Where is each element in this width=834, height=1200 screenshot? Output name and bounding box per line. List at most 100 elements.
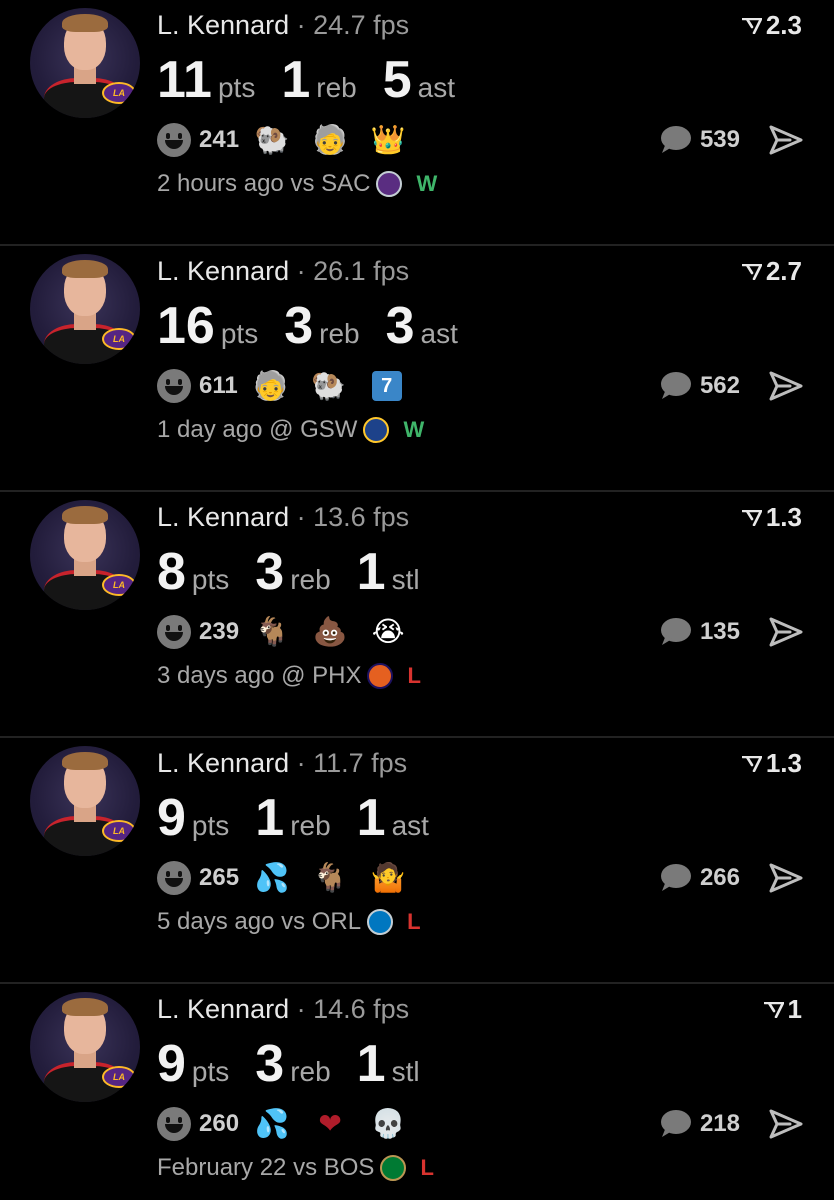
matchup: vs ORL bbox=[281, 908, 362, 935]
goat-emoji[interactable]: 🐐 bbox=[253, 615, 291, 649]
goat-emoji[interactable]: 🐐 bbox=[311, 861, 349, 895]
sweat-droplets-emoji[interactable]: 💦 bbox=[253, 1107, 291, 1141]
grandpa-meme-emoji[interactable]: 🧓 bbox=[252, 369, 290, 403]
share-icon[interactable] bbox=[768, 860, 804, 896]
post-title[interactable]: L. Kennard · 24.7 fps bbox=[157, 10, 409, 41]
post-card-3[interactable]: LA L. Kennard · 13.6 fps 1.3 8 pts 3 reb 1st… bbox=[0, 492, 834, 738]
post-title[interactable]: L. Kennard · 11.7 fps bbox=[157, 748, 407, 779]
reactions-count: 260 bbox=[199, 1110, 240, 1137]
comments-count: 562 bbox=[699, 372, 740, 399]
share-icon[interactable] bbox=[768, 1106, 804, 1142]
post-score[interactable]: 2.7 bbox=[741, 256, 802, 287]
player-name[interactable]: L. Kennard bbox=[157, 502, 289, 532]
player-name[interactable]: L. Kennard bbox=[157, 256, 289, 286]
post-card-5[interactable]: LA L. Kennard · 14.6 fps 1 9 pts 3 reb 1 stl … bbox=[0, 984, 834, 1200]
matchup: @ PHX bbox=[281, 662, 362, 689]
stat-ast-label: ast bbox=[420, 318, 458, 349]
score-value: 1.3 bbox=[765, 748, 802, 778]
game-result: L bbox=[407, 909, 421, 934]
game-info[interactable]: February 22 vs BOS L bbox=[157, 1154, 434, 1182]
share-icon[interactable] bbox=[768, 122, 804, 158]
fps-value: 11.7 fps bbox=[313, 748, 408, 778]
stat-ast-value: 1 bbox=[356, 789, 386, 847]
comments-button[interactable]: 218 bbox=[658, 1106, 740, 1142]
share-icon[interactable] bbox=[768, 368, 804, 404]
share-icon[interactable] bbox=[768, 614, 804, 650]
reactions-row[interactable]: 239 🐐 💩 😭 bbox=[157, 614, 427, 650]
red-heart-emoji[interactable]: ❤ bbox=[311, 1107, 349, 1141]
comments-button[interactable]: 266 bbox=[658, 860, 740, 896]
stat-line: 16 pts 3 reb 3 ast bbox=[157, 296, 484, 356]
reactions-row[interactable]: 265 💦 🐐 🤷 bbox=[157, 860, 427, 896]
reactions-row[interactable]: 260 💦 ❤ 💀 bbox=[157, 1106, 427, 1142]
comments-button[interactable]: 539 bbox=[658, 122, 740, 158]
post-time: 2 hours ago bbox=[157, 170, 284, 197]
skull-emoji[interactable]: 💀 bbox=[369, 1107, 407, 1141]
stat-pts-value: 16 bbox=[157, 297, 215, 355]
keycap-seven-emoji[interactable]: 7 bbox=[368, 369, 406, 403]
stat-line: 11 pts 1 reb 5 ast bbox=[157, 50, 481, 110]
matchup: @ GSW bbox=[269, 416, 358, 443]
game-result: W bbox=[416, 171, 438, 196]
post-score[interactable]: 1.3 bbox=[741, 502, 802, 533]
comments-button[interactable]: 562 bbox=[658, 368, 740, 404]
game-info[interactable]: 2 hours ago vs SAC W bbox=[157, 170, 437, 198]
lebron-emoji[interactable]: 👑 bbox=[369, 123, 407, 157]
lakers-badge-icon: LA bbox=[102, 1066, 136, 1088]
player-avatar[interactable]: LA bbox=[30, 500, 140, 610]
player-avatar[interactable]: LA bbox=[30, 746, 140, 856]
smile-reaction-icon[interactable] bbox=[157, 615, 191, 649]
post-title[interactable]: L. Kennard · 13.6 fps bbox=[157, 502, 409, 533]
smile-reaction-icon[interactable] bbox=[157, 861, 191, 895]
game-info[interactable]: 1 day ago @ GSW W bbox=[157, 416, 424, 444]
post-title[interactable]: L. Kennard · 14.6 fps bbox=[157, 994, 409, 1025]
vote-arrow-icon bbox=[741, 755, 762, 772]
post-card-4[interactable]: LA L. Kennard · 11.7 fps 1.3 9 pts 1 reb 1 as… bbox=[0, 738, 834, 984]
player-avatar[interactable]: LA bbox=[30, 254, 140, 364]
reactions-count: 239 bbox=[199, 618, 240, 645]
player-name[interactable]: L. Kennard bbox=[157, 748, 289, 778]
stat-reb-label: reb bbox=[316, 72, 357, 103]
reactions-count: 241 bbox=[199, 126, 240, 153]
post-score[interactable]: 1 bbox=[763, 994, 802, 1025]
stat-reb-value: 1 bbox=[281, 51, 311, 109]
ram-emoji[interactable]: 🐏 bbox=[310, 369, 348, 403]
stat-ast-value: 5 bbox=[382, 51, 412, 109]
sweat-droplets-emoji[interactable]: 💦 bbox=[253, 861, 291, 895]
post-card-1[interactable]: LA L. Kennard · 24.7 fps 2.3 11 pts 1 reb 5 a… bbox=[0, 0, 834, 246]
crying-meme-emoji[interactable]: 😭 bbox=[369, 615, 407, 649]
smile-reaction-icon[interactable] bbox=[157, 369, 191, 403]
stat-pts-value: 9 bbox=[157, 789, 186, 847]
player-avatar[interactable]: LA bbox=[30, 8, 140, 118]
stat-pts-value: 8 bbox=[157, 543, 186, 601]
post-score[interactable]: 2.3 bbox=[741, 10, 802, 41]
game-info[interactable]: 3 days ago @ PHX L bbox=[157, 662, 421, 690]
player-name[interactable]: L. Kennard bbox=[157, 994, 289, 1024]
player-avatar[interactable]: LA bbox=[30, 992, 140, 1102]
comments-count: 218 bbox=[699, 1110, 740, 1137]
game-info[interactable]: 5 days ago vs ORL L bbox=[157, 908, 421, 936]
shrug-meme-emoji[interactable]: 🤷 bbox=[369, 861, 407, 895]
post-score[interactable]: 1.3 bbox=[741, 748, 802, 779]
post-title[interactable]: L. Kennard · 26.1 fps bbox=[157, 256, 409, 287]
reactions-row[interactable]: 241 🐏 🧓 👑 bbox=[157, 122, 427, 158]
comments-button[interactable]: 135 bbox=[658, 614, 740, 650]
stat-reb-value: 3 bbox=[284, 297, 314, 355]
comment-bubble-icon bbox=[660, 864, 691, 891]
lakers-badge-icon: LA bbox=[102, 820, 136, 842]
comments-count: 539 bbox=[699, 126, 740, 153]
ram-emoji[interactable]: 🐏 bbox=[253, 123, 291, 157]
smile-reaction-icon[interactable] bbox=[157, 1107, 191, 1141]
smile-reaction-icon[interactable] bbox=[157, 123, 191, 157]
stat-stl-value: 1 bbox=[356, 543, 386, 601]
suns-logo-icon bbox=[367, 663, 394, 689]
grandpa-meme-emoji[interactable]: 🧓 bbox=[311, 123, 349, 157]
poop-emoji[interactable]: 💩 bbox=[311, 615, 349, 649]
stat-pts-label: pts bbox=[191, 810, 230, 841]
post-card-2[interactable]: LA L. Kennard · 26.1 fps 2.7 16 pts 3 reb 3 a… bbox=[0, 246, 834, 492]
stat-pts-label: pts bbox=[220, 318, 259, 349]
reactions-row[interactable]: 611 🧓 🐏 7 bbox=[157, 368, 426, 404]
player-name[interactable]: L. Kennard bbox=[157, 10, 289, 40]
stat-line: 8 pts 3 reb 1 stl bbox=[157, 542, 446, 602]
lakers-badge-icon: LA bbox=[102, 574, 136, 596]
